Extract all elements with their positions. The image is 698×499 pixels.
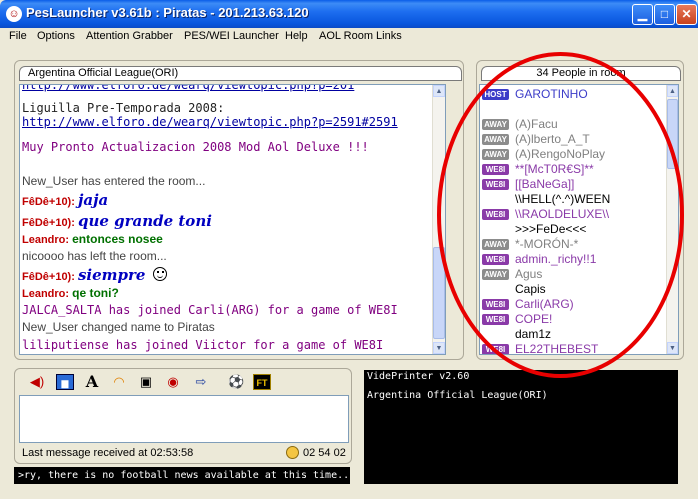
- chat-line-game: liliputiense has joined Viictor for a ga…: [22, 338, 384, 352]
- user-name: Agus: [515, 267, 543, 281]
- exit-icon[interactable]: ⇨: [192, 374, 210, 390]
- user-name: (A)Facu: [515, 117, 558, 131]
- minimize-button[interactable]: ▁: [632, 4, 653, 25]
- current-time: 02 54 02: [303, 447, 346, 459]
- chat-message: FêDê+10): que grande toni: [22, 212, 212, 230]
- chat-nick[interactable]: Leandro:: [22, 234, 69, 246]
- status-badge: WE8I: [482, 164, 509, 175]
- user-name: Carli(ARG): [515, 297, 574, 311]
- scroll-thumb[interactable]: [433, 247, 445, 339]
- chat-nick[interactable]: Leandro:: [22, 288, 69, 300]
- scroll-down-icon[interactable]: ▼: [667, 342, 678, 354]
- user-name: \\HELL(^.^)WEEN: [515, 192, 611, 206]
- user-name: dam1z: [515, 327, 552, 341]
- user-name: Capis: [515, 282, 546, 296]
- chat-message: Leandro: qe toni?: [22, 286, 119, 300]
- status-badge: WE8I: [482, 254, 509, 265]
- users-header: 34 People in room: [481, 66, 681, 81]
- maximize-button[interactable]: □: [654, 4, 675, 25]
- user-name: [[BaNeGa]]: [515, 177, 575, 191]
- title-bar[interactable]: ☺ PesLauncher v3.61b : Piratas - 201.213…: [0, 0, 698, 28]
- user-name: (A)RengoNoPlay: [515, 147, 606, 161]
- close-button[interactable]: ✕: [676, 4, 697, 25]
- videprinter-panel: VidePrinter v2.60 Argentina Official Lea…: [364, 370, 678, 484]
- user-name: admin._richy!!1: [515, 252, 597, 266]
- chat-line-system: nicoooo has left the room...: [22, 249, 167, 263]
- font-icon[interactable]: A: [84, 374, 100, 390]
- status-badge: AWAY: [482, 269, 509, 280]
- user-list[interactable]: HOST GAROTINHO AWAY (A)Facu AWAY (A)lberto_A_…: [479, 84, 679, 355]
- status-badge: AWAY: [482, 134, 509, 145]
- room-title: Argentina Official League(ORI): [19, 66, 462, 81]
- user-name: (A)lberto_A_T: [515, 132, 590, 146]
- app-icon: ☺: [6, 6, 22, 22]
- scroll-up-icon[interactable]: ▲: [667, 85, 678, 97]
- videprinter-title: VidePrinter v2.60: [367, 371, 470, 382]
- status-badge: AWAY: [482, 149, 509, 160]
- chat-text: jaja: [77, 191, 109, 209]
- user-name: GAROTINHO: [515, 87, 588, 101]
- chat-message: Leandro: entonces nosee: [22, 232, 163, 246]
- smiley-icon: [152, 267, 167, 281]
- chat-text: qe toni?: [72, 286, 119, 300]
- videprinter-line: Argentina Official League(ORI): [367, 390, 548, 401]
- chat-text: que grande toni: [77, 212, 212, 230]
- chat-message: FêDê+10): siempre: [22, 266, 167, 284]
- chat-nick[interactable]: FêDê+10):: [22, 271, 75, 283]
- chat-scrollbar[interactable]: ▲ ▼: [432, 85, 445, 354]
- ft-icon[interactable]: FT: [253, 374, 271, 390]
- news-ticker: >ry, there is no football news available…: [14, 467, 350, 484]
- status-bar: [0, 487, 698, 499]
- user-name: >>>FeDe<<<: [515, 222, 587, 236]
- status-badge: WE8I: [482, 344, 509, 354]
- scroll-thumb[interactable]: [667, 99, 678, 169]
- chat-line-link-cut[interactable]: http://www.elforo.de/wearq/viewtopic.php…: [22, 85, 354, 92]
- menu-options[interactable]: Options: [37, 30, 75, 42]
- chat-line-link[interactable]: http://www.elforo.de/wearq/viewtopic.php…: [22, 115, 398, 129]
- user-name: EL22THEBEST: [515, 342, 599, 355]
- clock-icon: [286, 446, 299, 459]
- status-badge: AWAY: [482, 239, 509, 250]
- chat-line-system: New_User changed name to Piratas: [22, 320, 215, 334]
- chat-nick[interactable]: FêDê+10):: [22, 217, 75, 229]
- status-badge: WE8I: [482, 314, 509, 325]
- chat-text: entonces nosee: [72, 232, 163, 246]
- message-input[interactable]: [19, 395, 349, 443]
- status-badge: HOST: [482, 89, 509, 100]
- user-name: \\RAOLDELUXE\\: [515, 207, 610, 221]
- status-badge: WE8I: [482, 299, 509, 310]
- user-name: **[McT0R€S]**: [515, 162, 594, 176]
- chat-nick[interactable]: FêDê+10):: [22, 196, 75, 208]
- status-badge: WE8I: [482, 179, 509, 190]
- menu-attention-grabber[interactable]: Attention Grabber: [86, 30, 173, 42]
- trash-icon[interactable]: ▣: [138, 374, 154, 390]
- menu-help[interactable]: Help: [285, 30, 308, 42]
- chat-log[interactable]: http://www.elforo.de/wearq/viewtopic.php…: [19, 84, 446, 355]
- picture-icon[interactable]: ▆: [56, 374, 74, 390]
- speaker-icon[interactable]: ◀): [28, 374, 46, 390]
- chat-line-announcement: Muy Pronto Actualizacion 2008 Mod Aol De…: [22, 140, 369, 154]
- window-title: PesLauncher v3.61b : Piratas - 201.213.6…: [26, 5, 309, 20]
- status-badge: WE8I: [482, 209, 509, 220]
- chat-message: FêDê+10): jaja: [22, 191, 108, 209]
- chat-line-liguilla: Liguilla Pre-Temporada 2008:: [22, 101, 225, 115]
- menu-file[interactable]: File: [9, 30, 27, 42]
- chat-line-game: JALCA_SALTA has joined Carli(ARG) for a …: [22, 303, 398, 317]
- football-icon[interactable]: ⚽: [228, 374, 244, 390]
- menu-bar: File Options Attention Grabber PES/WEI L…: [0, 28, 698, 46]
- chat-line-system: New_User has entered the room...: [22, 174, 206, 188]
- scroll-down-icon[interactable]: ▼: [433, 342, 445, 354]
- menu-pes-wei-launcher[interactable]: PES/WEI Launcher: [184, 30, 279, 42]
- rainbow-icon[interactable]: ◠: [110, 374, 128, 390]
- last-message-status: Last message received at 02:53:58: [22, 447, 194, 459]
- chat-text: siempre: [77, 266, 146, 284]
- user-name: *-MORÓN-*: [515, 237, 579, 251]
- scroll-up-icon[interactable]: ▲: [433, 85, 445, 97]
- user-name: COPE!: [515, 312, 553, 326]
- status-badge: AWAY: [482, 119, 509, 130]
- menu-aol-room-links[interactable]: AOL Room Links: [319, 30, 402, 42]
- stop-icon[interactable]: ◉: [165, 374, 181, 390]
- users-scrollbar[interactable]: ▲ ▼: [666, 85, 678, 354]
